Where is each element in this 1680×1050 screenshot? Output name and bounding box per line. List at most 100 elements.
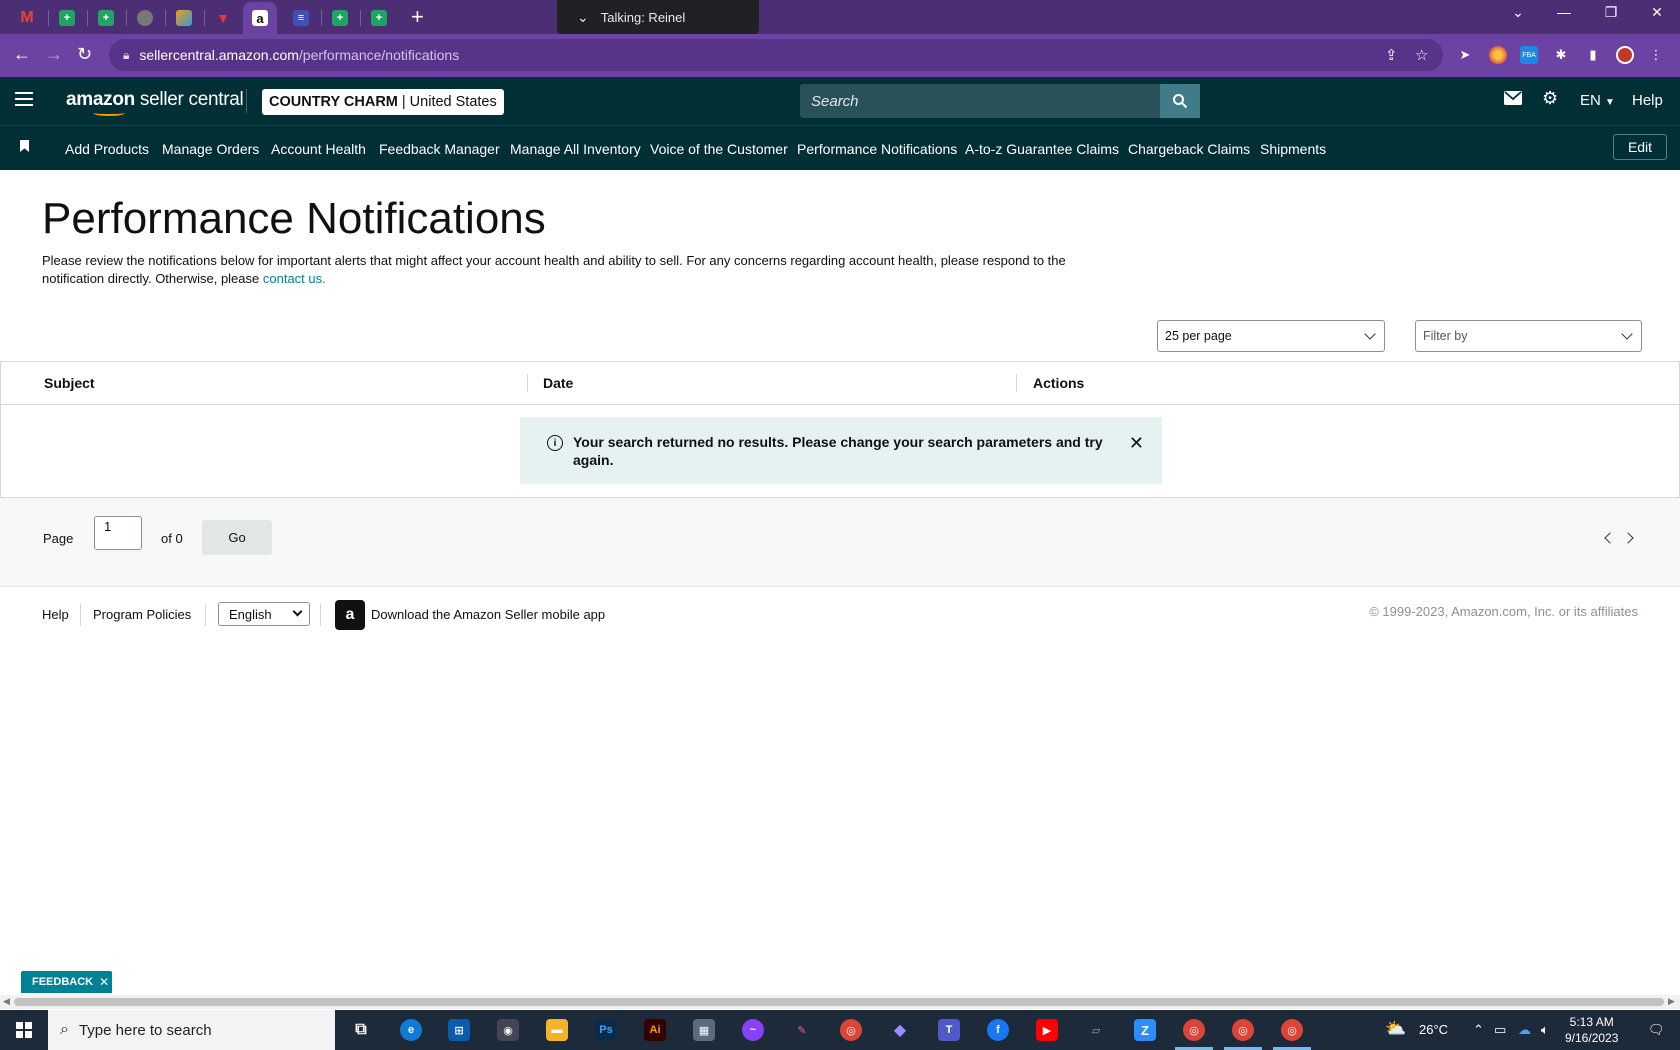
- tab-gmail[interactable]: M: [10, 4, 44, 32]
- tab-search-icon[interactable]: ⌄: [1498, 4, 1538, 21]
- extensions-puzzle-icon[interactable]: ✱: [1552, 46, 1570, 64]
- side-panel-icon[interactable]: ▮: [1584, 46, 1602, 64]
- bookmark-star-icon[interactable]: ☆: [1415, 46, 1428, 64]
- nav-manage-orders[interactable]: Manage Orders: [162, 141, 259, 157]
- tab-globe[interactable]: [128, 4, 162, 32]
- extension-orange-icon[interactable]: [1489, 46, 1507, 64]
- seller-central-logo[interactable]: amazon seller central: [66, 89, 244, 116]
- tab-amazon-active[interactable]: a: [243, 2, 277, 34]
- new-tab-button[interactable]: +: [411, 5, 424, 29]
- download-app-link[interactable]: Download the Amazon Seller mobile app: [371, 607, 605, 622]
- share-icon[interactable]: ⇪: [1385, 46, 1398, 64]
- notifications-icon[interactable]: 🗨︎: [1648, 1022, 1665, 1038]
- chrome-profile-1-icon[interactable]: ◎: [1175, 1019, 1213, 1050]
- store-icon[interactable]: ⊞: [448, 1019, 470, 1041]
- nav-feedback-manager[interactable]: Feedback Manager: [379, 141, 500, 157]
- messenger-icon[interactable]: ~: [742, 1019, 764, 1041]
- task-view-icon[interactable]: ⧉: [350, 1019, 372, 1041]
- previous-page-icon[interactable]: [1604, 532, 1616, 544]
- extension-fba-icon[interactable]: FBA: [1520, 46, 1538, 64]
- nav-manage-all-inventory[interactable]: Manage All Inventory: [510, 141, 641, 157]
- settings-gear-icon[interactable]: ⚙: [1542, 88, 1558, 109]
- help-link[interactable]: Help: [1632, 92, 1663, 109]
- close-icon[interactable]: ✕: [99, 975, 109, 989]
- language-selector[interactable]: EN ▼: [1580, 92, 1615, 109]
- taskbar-search[interactable]: ⌕ Type here to search: [48, 1010, 335, 1050]
- file-explorer-icon[interactable]: ▬: [546, 1019, 568, 1041]
- edit-nav-button[interactable]: Edit: [1613, 134, 1667, 160]
- nav-shipments[interactable]: Shipments: [1260, 141, 1326, 157]
- chrome-profile-2-icon[interactable]: ◎: [1224, 1019, 1262, 1050]
- footer-language-select[interactable]: English: [218, 602, 310, 626]
- hamburger-menu-icon[interactable]: [15, 92, 33, 106]
- filter-by-select[interactable]: Filter by: [1415, 320, 1642, 352]
- restore-icon[interactable]: ❐: [1591, 4, 1631, 21]
- forward-icon[interactable]: →: [45, 44, 63, 65]
- browser-menu-icon[interactable]: ⋮: [1647, 46, 1665, 64]
- talking-indicator[interactable]: ⌄ Talking: Reinel: [557, 0, 759, 35]
- photoshop-icon[interactable]: Ps: [595, 1019, 617, 1041]
- youtube-icon[interactable]: ▶: [1036, 1019, 1058, 1041]
- go-button[interactable]: Go: [202, 520, 272, 555]
- app-diamond-icon[interactable]: ◆: [889, 1019, 911, 1041]
- scroll-left-icon[interactable]: ◀: [3, 996, 10, 1007]
- tab-sheets-2[interactable]: +: [89, 4, 123, 32]
- profile-avatar[interactable]: [1616, 46, 1634, 64]
- taskbar-clock[interactable]: 5:13 AM 9/16/2023: [1565, 1014, 1618, 1046]
- seller-app-icon[interactable]: a: [335, 600, 365, 630]
- nav-chargeback-claims[interactable]: Chargeback Claims: [1128, 141, 1250, 157]
- nav-account-health[interactable]: Account Health: [271, 141, 366, 157]
- nav-voice-of-customer[interactable]: Voice of the Customer: [650, 141, 788, 157]
- windows-start-icon[interactable]: [16, 1022, 32, 1038]
- tab-sheets-3[interactable]: +: [323, 4, 357, 32]
- bookmark-icon[interactable]: [20, 140, 29, 152]
- chevron-up-icon[interactable]: ⌃: [1473, 1022, 1484, 1038]
- back-icon[interactable]: ←: [13, 44, 31, 65]
- paint-icon[interactable]: ✎: [791, 1019, 813, 1041]
- next-page-icon[interactable]: [1622, 532, 1634, 544]
- minimize-icon[interactable]: —: [1544, 4, 1584, 20]
- scroll-right-icon[interactable]: ▶: [1668, 996, 1675, 1007]
- tab-list[interactable]: ≡: [284, 4, 318, 32]
- tab-red[interactable]: ▼: [206, 4, 240, 32]
- extension-arrow-icon[interactable]: ➤: [1456, 46, 1474, 64]
- nav-add-products[interactable]: Add Products: [65, 141, 149, 157]
- address-bar[interactable]: 🔒︎ sellercentral.amazon.com/performance/…: [109, 39, 1443, 71]
- page-number-input[interactable]: [94, 516, 142, 550]
- tab-tool[interactable]: [167, 4, 201, 32]
- notes-icon[interactable]: ▱: [1085, 1019, 1107, 1041]
- network-icon[interactable]: ▭: [1494, 1022, 1506, 1038]
- weather-icon[interactable]: ⛅: [1385, 1019, 1406, 1039]
- column-subject[interactable]: Subject: [44, 375, 95, 391]
- calculator-icon[interactable]: ▦: [693, 1019, 715, 1041]
- zoom-icon[interactable]: Z: [1134, 1019, 1156, 1041]
- weather-temperature[interactable]: 26°C: [1419, 1022, 1448, 1037]
- facebook-icon[interactable]: f: [987, 1019, 1009, 1041]
- footer-help-link[interactable]: Help: [42, 607, 69, 622]
- column-date[interactable]: Date: [543, 375, 573, 391]
- edge-icon[interactable]: e: [400, 1019, 422, 1041]
- store-switcher[interactable]: COUNTRY CHARM | United States: [262, 89, 504, 115]
- mail-icon[interactable]: [1504, 89, 1522, 110]
- scrollbar-thumb[interactable]: [14, 998, 1664, 1006]
- search-button[interactable]: [1160, 84, 1200, 118]
- tab-sheets-1[interactable]: +: [50, 4, 84, 32]
- chrome-icon[interactable]: ◎: [840, 1019, 862, 1041]
- footer-program-policies-link[interactable]: Program Policies: [93, 607, 191, 622]
- feedback-tab[interactable]: FEEDBACK ✕: [21, 971, 112, 993]
- nav-performance-notifications[interactable]: Performance Notifications: [797, 141, 957, 157]
- close-window-icon[interactable]: ✕: [1637, 4, 1677, 21]
- nav-a-to-z-claims[interactable]: A-to-z Guarantee Claims: [965, 141, 1119, 157]
- onedrive-icon[interactable]: ☁: [1518, 1022, 1531, 1038]
- illustrator-icon[interactable]: Ai: [644, 1019, 666, 1041]
- contact-us-link[interactable]: contact us.: [263, 271, 326, 286]
- horizontal-scrollbar[interactable]: ◀ ▶: [0, 995, 1680, 1009]
- tab-sheets-4[interactable]: +: [362, 4, 396, 32]
- close-icon[interactable]: ✕: [1129, 433, 1144, 454]
- search-input[interactable]: [800, 84, 1160, 118]
- chrome-profile-3-icon[interactable]: ◎: [1273, 1019, 1311, 1050]
- camera-icon[interactable]: ◉: [497, 1019, 519, 1041]
- reload-icon[interactable]: ↻: [77, 44, 92, 65]
- teams-icon[interactable]: T: [938, 1019, 960, 1041]
- per-page-select[interactable]: 25 per page: [1157, 320, 1385, 352]
